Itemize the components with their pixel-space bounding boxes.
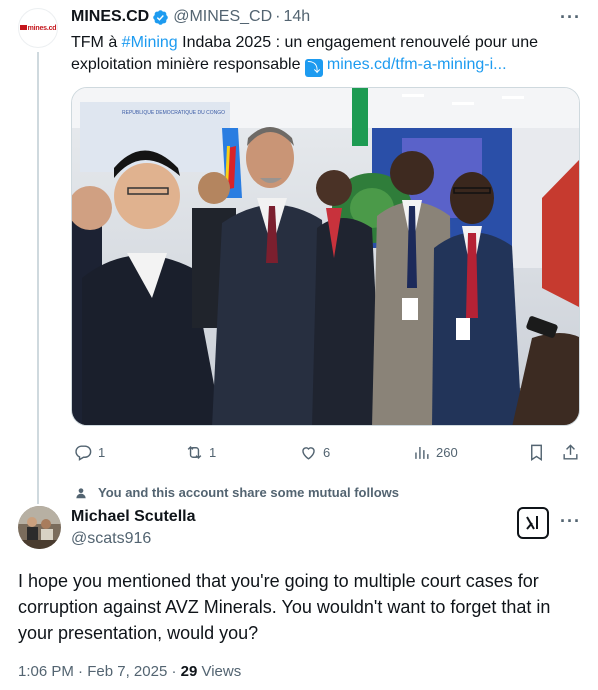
separator-dot: · <box>275 8 281 25</box>
views-action[interactable]: 260 <box>412 441 458 463</box>
separator-dot: · <box>171 663 181 680</box>
like-action[interactable]: 6 <box>299 441 330 463</box>
text-segment: Indaba 2025 : un engagement renouvelé po… <box>177 34 538 51</box>
reply-count: 1 <box>98 444 106 460</box>
mutual-follows-note: You and this account share some mutual f… <box>74 485 399 500</box>
retweet-action[interactable]: 1 <box>185 441 216 463</box>
grok-icon[interactable] <box>517 507 549 539</box>
retweet-icon <box>187 445 202 459</box>
hashtag-link[interactable]: #Mining <box>122 34 178 51</box>
tweet-photo[interactable]: REPUBLIQUE DEMOCRATIQUE DU CONGO <box>71 87 580 426</box>
reply-author-avatar[interactable] <box>18 506 61 549</box>
views-count: 260 <box>436 444 458 460</box>
bookmark-icon <box>531 444 542 461</box>
reply-author-name[interactable]: Michael Scutella <box>71 508 196 526</box>
banner-text: REPUBLIQUE DEMOCRATIQUE DU CONGO <box>122 110 225 116</box>
reply-date[interactable]: Feb 7, 2025 <box>87 663 167 680</box>
avatar-photo <box>18 506 61 549</box>
reply-views-label: Views <box>201 663 242 680</box>
more-icon[interactable]: ··· <box>560 8 581 26</box>
arrow-down-emoji-icon: ⤵ <box>304 59 323 77</box>
text-segment: exploitation minière responsable <box>71 56 301 73</box>
author-avatar[interactable]: mines.cd <box>18 8 58 48</box>
share-action[interactable] <box>561 441 580 463</box>
like-icon <box>302 446 315 460</box>
reply-more-icon[interactable]: ··· <box>560 512 581 530</box>
tweet-text: TFM à #Mining Indaba 2025 : un engagemen… <box>71 32 586 77</box>
reply-views-count: 29 <box>180 663 198 680</box>
views-icon <box>415 446 429 459</box>
text-segment: TFM à <box>71 34 122 51</box>
share-icon <box>563 443 578 460</box>
author-handle[interactable]: @MINES_CD <box>173 8 272 26</box>
like-count: 6 <box>323 444 331 460</box>
article-link[interactable]: mines.cd/tfm-a-mining-i... <box>327 56 507 73</box>
separator-dot: · <box>78 663 88 680</box>
reply-time[interactable]: 1:06 PM <box>18 663 74 680</box>
verified-badge-icon <box>153 9 168 25</box>
mutual-follows-text: You and this account share some mutual f… <box>98 485 399 500</box>
author-name[interactable]: MINES.CD <box>71 8 149 26</box>
person-icon <box>76 487 86 498</box>
reply-action[interactable]: 1 <box>74 441 105 463</box>
grok-glyph <box>526 516 538 530</box>
thread-connector-line <box>37 52 39 504</box>
reply-icon <box>75 444 92 461</box>
tweet-time[interactable]: 14h <box>283 8 310 26</box>
avatar-logo: mines.cd <box>19 25 57 32</box>
bookmark-action[interactable] <box>527 441 546 463</box>
reply-meta: 1:06 PM · Feb 7, 2025 · 29 Views <box>18 663 241 680</box>
retweet-count: 1 <box>209 444 217 460</box>
reply-text: I hope you mentioned that you're going t… <box>18 571 551 643</box>
reply-author-handle[interactable]: @scats916 <box>71 530 151 548</box>
photo-scene: REPUBLIQUE DEMOCRATIQUE DU CONGO <box>72 88 579 425</box>
tweet-header: MINES.CD @MINES_CD · 14h <box>71 7 310 27</box>
